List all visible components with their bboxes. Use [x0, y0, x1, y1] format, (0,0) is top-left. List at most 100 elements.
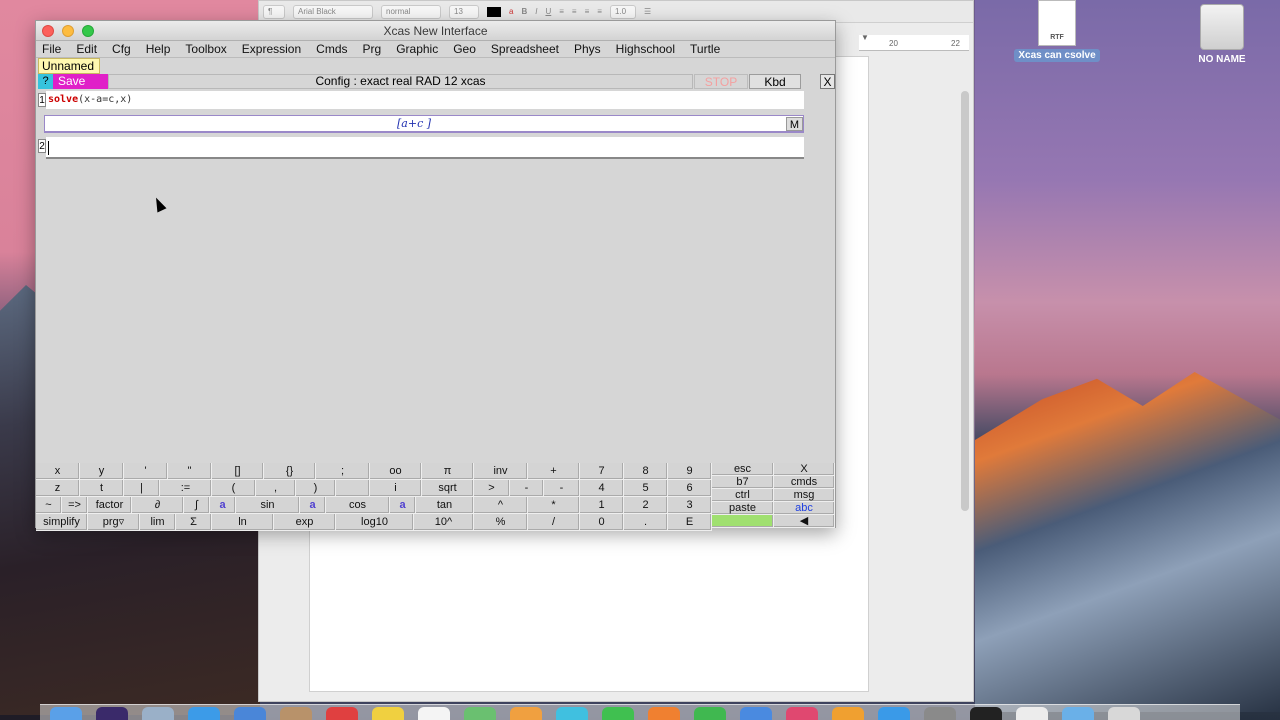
key-4[interactable]: 4 — [580, 480, 624, 497]
list-icon[interactable]: ☰ — [644, 7, 651, 16]
key-blank[interactable] — [336, 480, 370, 497]
key-sqrt[interactable]: sqrt — [422, 480, 474, 497]
key-times[interactable]: * — [528, 497, 580, 514]
key-dquote[interactable]: " — [168, 463, 212, 480]
menu-highschool[interactable]: Highschool — [616, 42, 675, 56]
xcas-titlebar[interactable]: Xcas New Interface — [36, 21, 835, 41]
ibooks-icon[interactable] — [648, 707, 680, 720]
help-button[interactable]: ? — [38, 74, 53, 89]
key-quote[interactable]: ' — [124, 463, 168, 480]
key-infinity[interactable]: oo — [370, 463, 422, 480]
stop-button[interactable]: STOP — [694, 74, 748, 89]
menu-edit[interactable]: Edit — [76, 42, 97, 56]
key-6[interactable]: 6 — [668, 480, 712, 497]
key-a-sin[interactable]: a — [210, 497, 236, 514]
font-size-select[interactable]: 13 — [449, 4, 479, 19]
font-name-select[interactable]: Arial Black — [293, 4, 373, 19]
justify-icon[interactable]: ≡ — [597, 7, 602, 16]
contacts-icon[interactable] — [280, 707, 312, 720]
key-minus-b[interactable]: - — [544, 480, 580, 497]
menu-turtle[interactable]: Turtle — [690, 42, 720, 56]
key-left-arrow-icon[interactable]: ◀ — [774, 515, 835, 528]
keynote-icon[interactable] — [740, 707, 772, 720]
key-plus[interactable]: + — [528, 463, 580, 480]
key-factor[interactable]: factor — [88, 497, 132, 514]
key-8[interactable]: 8 — [624, 463, 668, 480]
key-t[interactable]: t — [80, 480, 124, 497]
key-pipe[interactable]: | — [124, 480, 160, 497]
underline-button[interactable]: U — [545, 7, 551, 16]
key-3[interactable]: 3 — [668, 497, 712, 514]
maps-icon[interactable] — [464, 707, 496, 720]
key-cos[interactable]: cos — [326, 497, 390, 514]
key-x[interactable]: x — [36, 463, 80, 480]
key-semicolon[interactable]: ; — [316, 463, 370, 480]
menu-geo[interactable]: Geo — [453, 42, 476, 56]
key-b7[interactable]: b7 — [712, 476, 774, 489]
menu-cfg[interactable]: Cfg — [112, 42, 131, 56]
menu-expression[interactable]: Expression — [242, 42, 301, 56]
key-lim[interactable]: lim — [140, 514, 176, 531]
mail-icon[interactable] — [234, 707, 266, 720]
key-minus-a[interactable]: - — [510, 480, 544, 497]
app-store-icon[interactable] — [878, 707, 910, 720]
key-close-kbd[interactable]: X — [774, 463, 835, 476]
level-1-command[interactable]: solve(x-a=c,x) — [46, 91, 804, 109]
textedit-icon[interactable] — [1016, 707, 1048, 720]
key-tilde[interactable]: ~ — [36, 497, 62, 514]
level-2-input[interactable] — [46, 137, 804, 159]
safari-icon[interactable] — [188, 707, 220, 720]
key-divide[interactable]: / — [528, 514, 580, 531]
level-1-answer[interactable]: [a+c ] M — [44, 115, 804, 133]
downloads-folder-icon[interactable] — [1062, 707, 1094, 720]
key-gt[interactable]: > — [474, 480, 510, 497]
key-7[interactable]: 7 — [580, 463, 624, 480]
bold-button[interactable]: B — [521, 7, 527, 16]
menu-toolbox[interactable]: Toolbox — [185, 42, 226, 56]
key-braces[interactable]: {} — [264, 463, 316, 480]
level-1-number[interactable]: 1 — [38, 93, 46, 107]
text-color-swatch[interactable] — [487, 6, 501, 17]
key-esc[interactable]: esc — [712, 463, 774, 476]
key-tan[interactable]: tan — [416, 497, 474, 514]
photos-icon[interactable] — [510, 707, 542, 720]
key-5[interactable]: 5 — [624, 480, 668, 497]
key-log10[interactable]: log10 — [336, 514, 414, 531]
config-button[interactable]: Config : exact real RAD 12 xcas — [108, 74, 693, 89]
facetime-icon[interactable] — [602, 707, 634, 720]
menu-prg[interactable]: Prg — [363, 42, 382, 56]
key-y[interactable]: y — [80, 463, 124, 480]
key-simplify[interactable]: simplify — [36, 514, 88, 531]
key-2[interactable]: 2 — [624, 497, 668, 514]
messages-icon[interactable] — [556, 707, 588, 720]
menu-graphic[interactable]: Graphic — [396, 42, 438, 56]
menu-file[interactable]: File — [42, 42, 61, 56]
launchpad-icon[interactable] — [142, 707, 174, 720]
terminal-icon[interactable] — [970, 707, 1002, 720]
line-spacing-select[interactable]: 1.0 — [609, 4, 636, 19]
ibooks-orange-icon[interactable] — [832, 707, 864, 720]
key-sin[interactable]: sin — [236, 497, 300, 514]
key-paste[interactable]: paste — [712, 502, 774, 515]
key-lparen[interactable]: ( — [212, 480, 256, 497]
notes-icon[interactable] — [372, 707, 404, 720]
align-left-icon[interactable]: ≡ — [559, 7, 564, 16]
menu-phys[interactable]: Phys — [574, 42, 601, 56]
key-brackets[interactable]: [] — [212, 463, 264, 480]
finder-icon[interactable] — [50, 707, 82, 720]
align-center-icon[interactable]: ≡ — [572, 7, 577, 16]
key-msg[interactable]: msg — [774, 489, 835, 502]
align-right-icon[interactable]: ≡ — [585, 7, 590, 16]
key-a-cos[interactable]: a — [300, 497, 326, 514]
key-ln[interactable]: ln — [212, 514, 274, 531]
system-preferences-icon[interactable] — [924, 707, 956, 720]
reminders-icon[interactable] — [418, 707, 450, 720]
key-pi[interactable]: π — [422, 463, 474, 480]
calendar-icon[interactable] — [326, 707, 358, 720]
menu-spreadsheet[interactable]: Spreadsheet — [491, 42, 559, 56]
key-assign[interactable]: := — [160, 480, 212, 497]
key-integral[interactable]: ∫ — [184, 497, 210, 514]
key-1[interactable]: 1 — [580, 497, 624, 514]
key-prg[interactable]: prg▿ — [88, 514, 140, 531]
answer-menu-button[interactable]: M — [786, 117, 803, 131]
